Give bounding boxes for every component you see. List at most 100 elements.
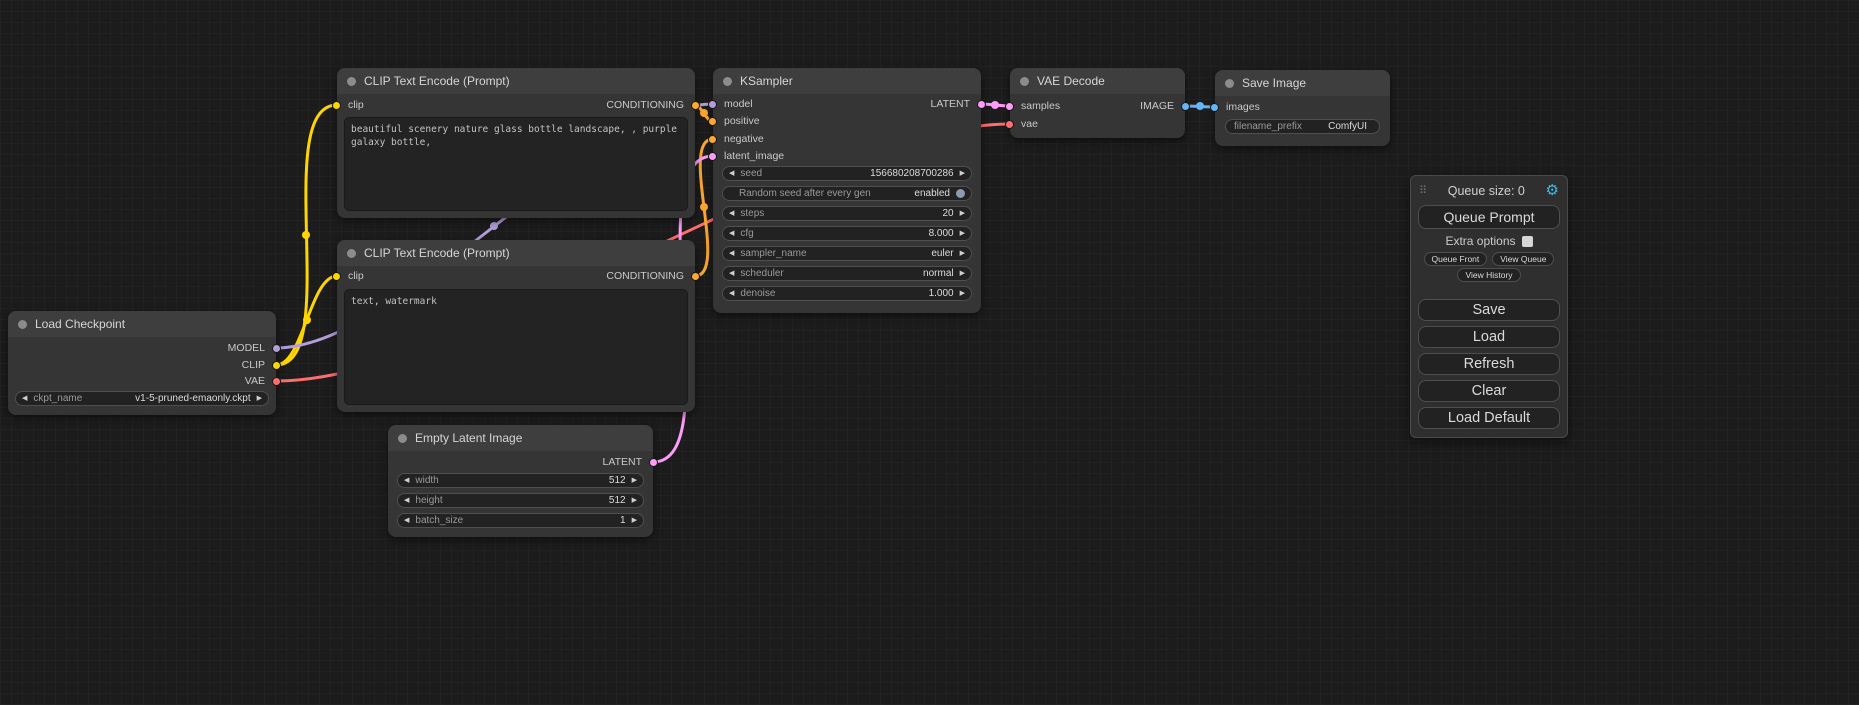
cfg-widget[interactable]: ◀ cfg 8.000 ▶ bbox=[722, 226, 972, 241]
image-port-dot[interactable] bbox=[1210, 103, 1219, 112]
next-arrow-icon[interactable]: ▶ bbox=[257, 395, 262, 402]
clip-port-dot[interactable] bbox=[332, 101, 341, 110]
vae-decode-title-bar[interactable]: VAE Decode bbox=[1010, 68, 1185, 94]
toggle-dot-icon[interactable] bbox=[956, 189, 965, 198]
prev-arrow-icon[interactable]: ◀ bbox=[729, 270, 734, 277]
latent-port-dot[interactable] bbox=[1005, 102, 1014, 111]
random-seed-toggle-widget[interactable]: Random seed after every gen enabled bbox=[722, 186, 972, 201]
widget-value: 1 bbox=[620, 515, 626, 526]
save-button[interactable]: Save bbox=[1418, 299, 1560, 321]
next-arrow-icon[interactable]: ▶ bbox=[960, 290, 965, 297]
batch-size-widget[interactable]: ◀ batch_size 1 ▶ bbox=[397, 513, 644, 528]
drag-handle-icon[interactable]: ⠿ bbox=[1419, 184, 1427, 197]
output-port-conditioning[interactable]: CONDITIONING bbox=[606, 97, 695, 113]
negative-prompt-textarea[interactable]: text, watermark bbox=[344, 289, 688, 405]
load-checkpoint-title-bar[interactable]: Load Checkpoint bbox=[8, 311, 276, 337]
node-empty-latent-image[interactable]: Empty Latent Image LATENT ◀ width 512 ▶ … bbox=[388, 425, 653, 537]
queue-menu-panel: ⠿ Queue size: 0 ⚙ Queue Prompt Extra opt… bbox=[1410, 175, 1568, 438]
next-arrow-icon[interactable]: ▶ bbox=[960, 210, 965, 217]
prev-arrow-icon[interactable]: ◀ bbox=[22, 395, 27, 402]
input-port-vae[interactable]: vae bbox=[1010, 116, 1038, 132]
view-queue-button[interactable]: View Queue bbox=[1492, 252, 1554, 266]
seed-widget[interactable]: ◀ seed 156680208700286 ▶ bbox=[722, 166, 972, 181]
prev-arrow-icon[interactable]: ◀ bbox=[729, 210, 734, 217]
filename-prefix-widget[interactable]: filename_prefix ComfyUI bbox=[1225, 119, 1380, 134]
vae-port-dot[interactable] bbox=[1005, 120, 1014, 129]
next-arrow-icon[interactable]: ▶ bbox=[632, 497, 637, 504]
image-port-dot[interactable] bbox=[1181, 102, 1190, 111]
output-port-model[interactable]: MODEL bbox=[228, 340, 276, 356]
conditioning-port-dot[interactable] bbox=[691, 101, 700, 110]
conditioning-port-dot[interactable] bbox=[691, 272, 700, 281]
model-port-dot[interactable] bbox=[272, 344, 281, 353]
input-port-latent-image[interactable]: latent_image bbox=[713, 148, 784, 164]
ckpt-name-widget[interactable]: ◀ ckpt_name v1-5-pruned-emaonly.ckpt ▶ bbox=[15, 391, 269, 406]
clip-negative-title-bar[interactable]: CLIP Text Encode (Prompt) bbox=[337, 240, 695, 266]
clip-port-dot[interactable] bbox=[332, 272, 341, 281]
denoise-widget[interactable]: ◀ denoise 1.000 ▶ bbox=[722, 286, 972, 301]
scheduler-widget[interactable]: ◀ scheduler normal ▶ bbox=[722, 266, 972, 281]
node-clip-text-encode-negative[interactable]: CLIP Text Encode (Prompt) clip CONDITION… bbox=[337, 240, 695, 412]
node-clip-text-encode-positive[interactable]: CLIP Text Encode (Prompt) clip CONDITION… bbox=[337, 68, 695, 218]
input-port-positive[interactable]: positive bbox=[713, 113, 760, 129]
output-port-latent[interactable]: LATENT bbox=[603, 454, 653, 470]
width-widget[interactable]: ◀ width 512 ▶ bbox=[397, 473, 644, 488]
latent-port-dot[interactable] bbox=[708, 152, 717, 161]
conditioning-port-dot[interactable] bbox=[708, 135, 717, 144]
output-port-vae[interactable]: VAE bbox=[245, 373, 276, 389]
prev-arrow-icon[interactable]: ◀ bbox=[729, 230, 734, 237]
queue-front-button[interactable]: Queue Front bbox=[1424, 252, 1488, 266]
next-arrow-icon[interactable]: ▶ bbox=[960, 170, 965, 177]
output-port-image[interactable]: IMAGE bbox=[1140, 98, 1185, 114]
prev-arrow-icon[interactable]: ◀ bbox=[404, 517, 409, 524]
output-port-latent[interactable]: LATENT bbox=[931, 96, 981, 112]
node-vae-decode[interactable]: VAE Decode samples vae IMAGE bbox=[1010, 68, 1185, 138]
next-arrow-icon[interactable]: ▶ bbox=[960, 230, 965, 237]
load-default-button[interactable]: Load Default bbox=[1418, 407, 1560, 429]
next-arrow-icon[interactable]: ▶ bbox=[960, 250, 965, 257]
node-status-dot bbox=[18, 320, 27, 329]
node-ksampler[interactable]: KSampler model positive negative latent_… bbox=[713, 68, 981, 313]
sampler-name-widget[interactable]: ◀ sampler_name euler ▶ bbox=[722, 246, 972, 261]
steps-widget[interactable]: ◀ steps 20 ▶ bbox=[722, 206, 972, 221]
port-label: model bbox=[724, 98, 753, 110]
input-port-samples[interactable]: samples bbox=[1010, 98, 1060, 114]
input-port-clip[interactable]: clip bbox=[337, 268, 364, 284]
latent-port-dot[interactable] bbox=[977, 100, 986, 109]
view-history-button[interactable]: View History bbox=[1457, 268, 1520, 282]
height-widget[interactable]: ◀ height 512 ▶ bbox=[397, 493, 644, 508]
model-port-dot[interactable] bbox=[708, 100, 717, 109]
settings-gear-icon[interactable]: ⚙ bbox=[1546, 183, 1559, 198]
save-image-title-bar[interactable]: Save Image bbox=[1215, 70, 1390, 96]
refresh-button[interactable]: Refresh bbox=[1418, 353, 1560, 375]
node-load-checkpoint[interactable]: Load Checkpoint MODEL CLIP VAE ◀ ckpt_na… bbox=[8, 311, 276, 415]
input-port-model[interactable]: model bbox=[713, 96, 753, 112]
clear-button[interactable]: Clear bbox=[1418, 380, 1560, 402]
queue-prompt-button[interactable]: Queue Prompt bbox=[1418, 205, 1560, 229]
clip-positive-title-bar[interactable]: CLIP Text Encode (Prompt) bbox=[337, 68, 695, 94]
load-button[interactable]: Load bbox=[1418, 326, 1560, 348]
prev-arrow-icon[interactable]: ◀ bbox=[404, 497, 409, 504]
prev-arrow-icon[interactable]: ◀ bbox=[729, 170, 734, 177]
vae-port-dot[interactable] bbox=[272, 377, 281, 386]
ksampler-title-bar[interactable]: KSampler bbox=[713, 68, 981, 94]
next-arrow-icon[interactable]: ▶ bbox=[960, 270, 965, 277]
empty-latent-title-bar[interactable]: Empty Latent Image bbox=[388, 425, 653, 451]
extra-options-checkbox[interactable] bbox=[1522, 236, 1533, 247]
positive-prompt-textarea[interactable]: beautiful scenery nature glass bottle la… bbox=[344, 117, 688, 211]
output-port-conditioning[interactable]: CONDITIONING bbox=[606, 268, 695, 284]
input-port-clip[interactable]: clip bbox=[337, 97, 364, 113]
output-port-clip[interactable]: CLIP bbox=[242, 357, 276, 373]
next-arrow-icon[interactable]: ▶ bbox=[632, 477, 637, 484]
latent-port-dot[interactable] bbox=[649, 458, 658, 467]
prev-arrow-icon[interactable]: ◀ bbox=[729, 290, 734, 297]
clip-port-dot[interactable] bbox=[272, 361, 281, 370]
input-port-images[interactable]: images bbox=[1215, 99, 1260, 115]
prev-arrow-icon[interactable]: ◀ bbox=[729, 250, 734, 257]
prev-arrow-icon[interactable]: ◀ bbox=[404, 477, 409, 484]
conditioning-port-dot[interactable] bbox=[708, 117, 717, 126]
input-port-negative[interactable]: negative bbox=[713, 131, 764, 147]
node-graph-canvas[interactable]: Load Checkpoint MODEL CLIP VAE ◀ ckpt_na… bbox=[0, 0, 1859, 705]
node-save-image[interactable]: Save Image images filename_prefix ComfyU… bbox=[1215, 70, 1390, 146]
next-arrow-icon[interactable]: ▶ bbox=[632, 517, 637, 524]
